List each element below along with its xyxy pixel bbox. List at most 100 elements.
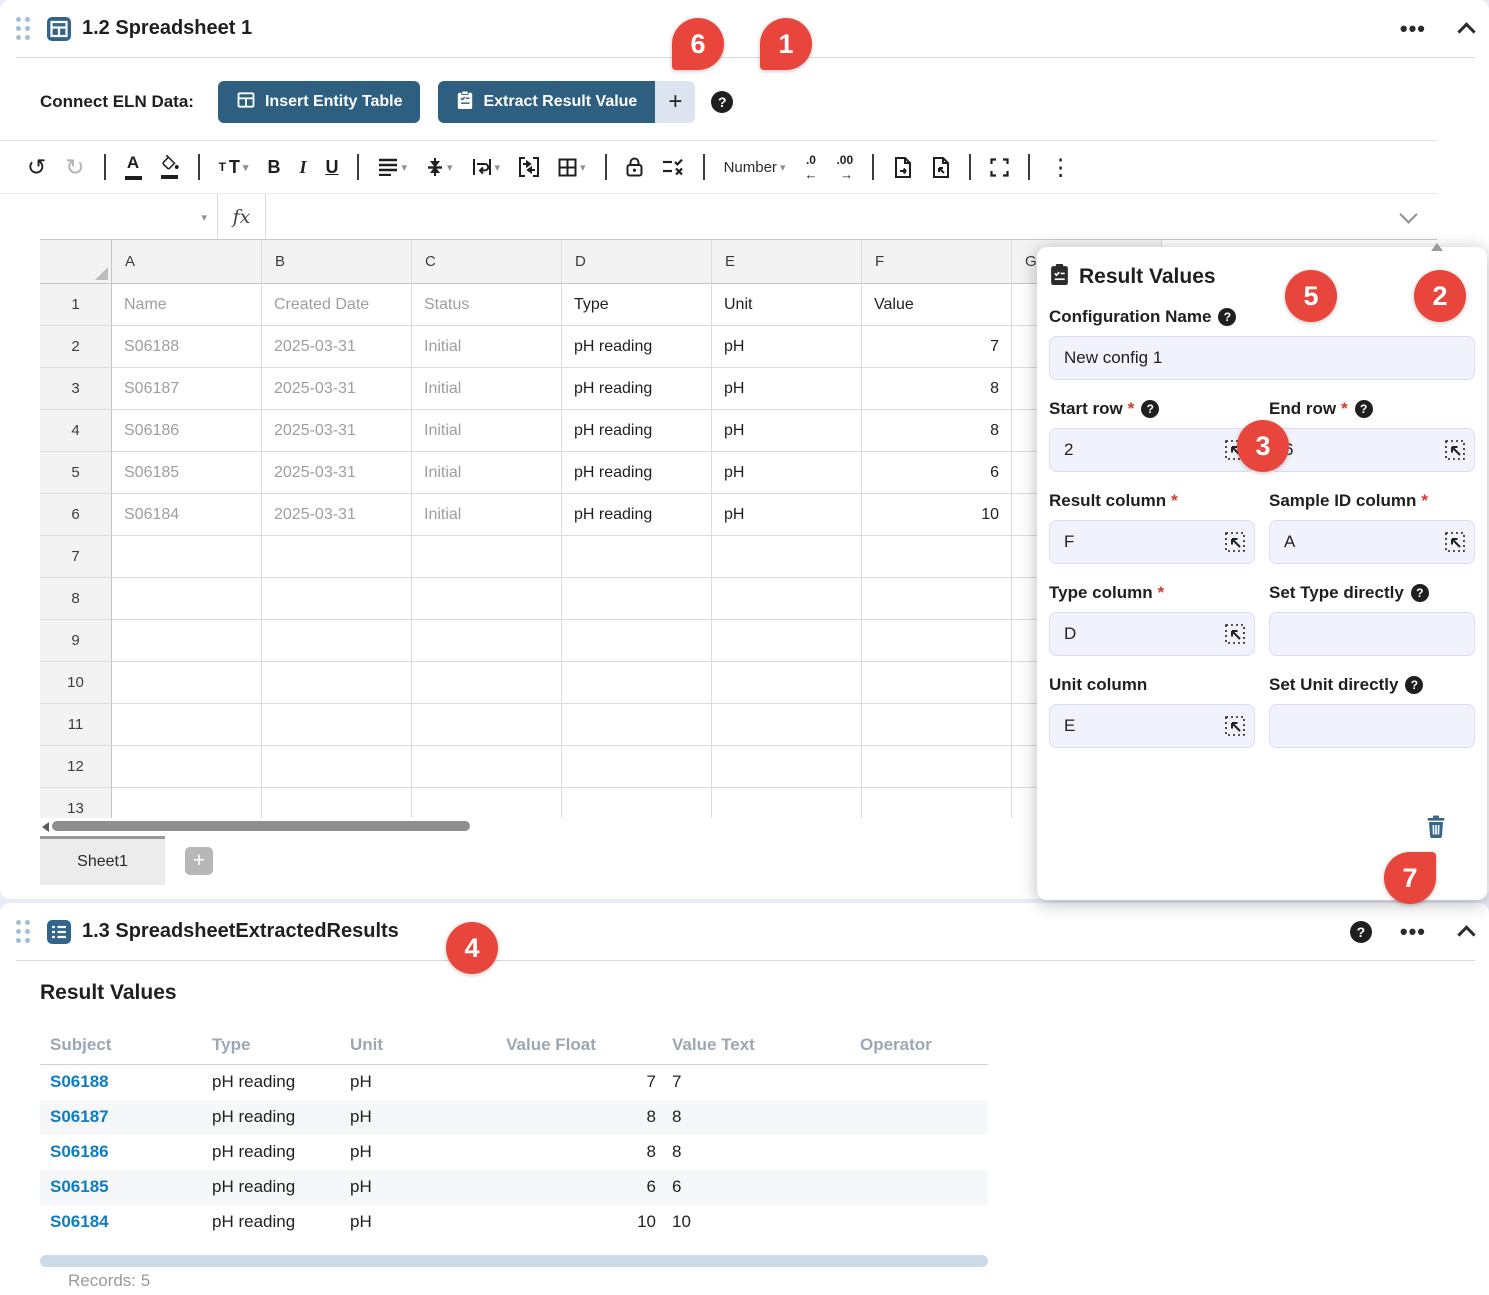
grid-cell[interactable]: pH (712, 410, 862, 452)
grid-cell[interactable]: 6 (862, 452, 1012, 494)
font-size-icon[interactable]: TT▾ (219, 157, 249, 178)
grid-cell[interactable] (112, 620, 262, 662)
help-icon[interactable]: ? (1355, 400, 1373, 418)
row-header[interactable]: 5 (40, 452, 112, 494)
grid-cell[interactable] (862, 746, 1012, 788)
row-header[interactable]: 6 (40, 494, 112, 536)
grid-cell[interactable] (412, 536, 562, 578)
grid-cell[interactable] (562, 662, 712, 704)
grid-cell[interactable]: Initial (412, 452, 562, 494)
grid-cell[interactable] (712, 788, 862, 818)
cell-picker-icon[interactable] (1224, 531, 1246, 553)
set-type-directly-input[interactable] (1269, 612, 1475, 656)
grid-cell[interactable]: pH reading (562, 326, 712, 368)
column-header-e[interactable]: E (712, 240, 862, 284)
row-header[interactable]: 4 (40, 410, 112, 452)
grid-cell[interactable] (412, 662, 562, 704)
grid-cell[interactable]: pH (712, 452, 862, 494)
grid-cell[interactable] (262, 578, 412, 620)
row-header[interactable]: 10 (40, 662, 112, 704)
formula-input[interactable] (266, 194, 1437, 239)
grid-cell[interactable] (562, 578, 712, 620)
grid-cell[interactable]: 8 (862, 368, 1012, 410)
font-color-icon[interactable]: A (125, 154, 142, 180)
grid-cell[interactable] (712, 746, 862, 788)
add-config-button[interactable]: + (655, 81, 695, 123)
grid-cell[interactable] (862, 662, 1012, 704)
delete-config-button[interactable] (1425, 815, 1447, 842)
row-header[interactable]: 3 (40, 368, 112, 410)
collapse-icon[interactable] (1457, 22, 1475, 40)
col-type[interactable]: Type (202, 1029, 340, 1065)
subject-link[interactable]: S06188 (40, 1065, 202, 1100)
set-unit-directly-input[interactable] (1269, 704, 1475, 748)
grid-cell[interactable] (112, 704, 262, 746)
grid-cell[interactable]: pH reading (562, 494, 712, 536)
borders-icon[interactable]: ▾ (558, 158, 586, 177)
column-header-f[interactable]: F (862, 240, 1012, 284)
grid-cell[interactable] (262, 620, 412, 662)
grid-cell[interactable] (712, 662, 862, 704)
italic-icon[interactable]: I (299, 157, 306, 178)
grid-cell[interactable] (412, 788, 562, 818)
grid-cell[interactable]: Initial (412, 326, 562, 368)
grid-cell[interactable]: 8 (862, 410, 1012, 452)
grid-cell[interactable]: S06188 (112, 326, 262, 368)
help-icon[interactable]: ? (1218, 308, 1236, 326)
grid-cell[interactable] (262, 788, 412, 818)
drag-handle-icon[interactable] (16, 920, 30, 943)
fill-color-icon[interactable] (161, 155, 179, 179)
cell-name-box[interactable]: ▾ (40, 194, 218, 239)
underline-icon[interactable]: U (325, 157, 338, 178)
bold-icon[interactable]: B (267, 157, 280, 178)
grid-cell[interactable] (412, 578, 562, 620)
grid-cell[interactable]: 2025-03-31 (262, 326, 412, 368)
grid-cell[interactable]: 2025-03-31 (262, 368, 412, 410)
grid-cell[interactable]: pH (712, 326, 862, 368)
column-header-a[interactable]: A (112, 240, 262, 284)
col-value-text[interactable]: Value Text (662, 1029, 850, 1065)
sheet-tab[interactable]: Sheet1 (40, 836, 165, 885)
grid-cell[interactable]: pH (712, 368, 862, 410)
text-wrap-icon[interactable]: ▾ (472, 158, 501, 176)
grid-cell[interactable] (262, 536, 412, 578)
drag-handle-icon[interactable] (16, 17, 30, 40)
scroll-left-icon[interactable] (42, 822, 49, 832)
cell-picker-icon[interactable] (1224, 715, 1246, 737)
col-subject[interactable]: Subject (40, 1029, 202, 1065)
cell-picker-icon[interactable] (1444, 439, 1466, 461)
vertical-align-icon[interactable]: ▾ (426, 157, 453, 177)
grid-cell[interactable] (412, 704, 562, 746)
cell-picker-icon[interactable] (1224, 623, 1246, 645)
grid-cell[interactable] (562, 536, 712, 578)
grid-cell[interactable]: Initial (412, 410, 562, 452)
row-header[interactable]: 9 (40, 620, 112, 662)
grid-cell[interactable] (862, 536, 1012, 578)
horizontal-scrollbar[interactable] (40, 1255, 988, 1267)
data-validation-icon[interactable] (662, 158, 684, 176)
col-operator[interactable]: Operator (850, 1029, 988, 1065)
grid-cell[interactable]: Value (862, 284, 1012, 326)
grid-cell[interactable]: pH reading (562, 410, 712, 452)
grid-cell[interactable]: Name (112, 284, 262, 326)
help-icon[interactable]: ? (1405, 676, 1423, 694)
subject-link[interactable]: S06187 (40, 1100, 202, 1135)
grid-cell[interactable] (562, 620, 712, 662)
grid-cell[interactable]: 2025-03-31 (262, 494, 412, 536)
grid-cell[interactable]: pH reading (562, 452, 712, 494)
grid-cell[interactable] (862, 620, 1012, 662)
redo-icon[interactable]: ↻ (65, 156, 84, 178)
grid-cell[interactable] (112, 788, 262, 818)
column-header-b[interactable]: B (262, 240, 412, 284)
grid-cell[interactable]: Initial (412, 368, 562, 410)
merge-cells-icon[interactable] (519, 157, 539, 177)
grid-cell[interactable] (862, 704, 1012, 746)
subject-link[interactable]: S06186 (40, 1135, 202, 1170)
help-icon[interactable]: ? (1350, 921, 1372, 943)
column-header-c[interactable]: C (412, 240, 562, 284)
row-header[interactable]: 2 (40, 326, 112, 368)
grid-cell[interactable]: S06184 (112, 494, 262, 536)
grid-cell[interactable] (562, 746, 712, 788)
grid-cell[interactable]: Status (412, 284, 562, 326)
add-sheet-button[interactable]: + (185, 847, 213, 875)
